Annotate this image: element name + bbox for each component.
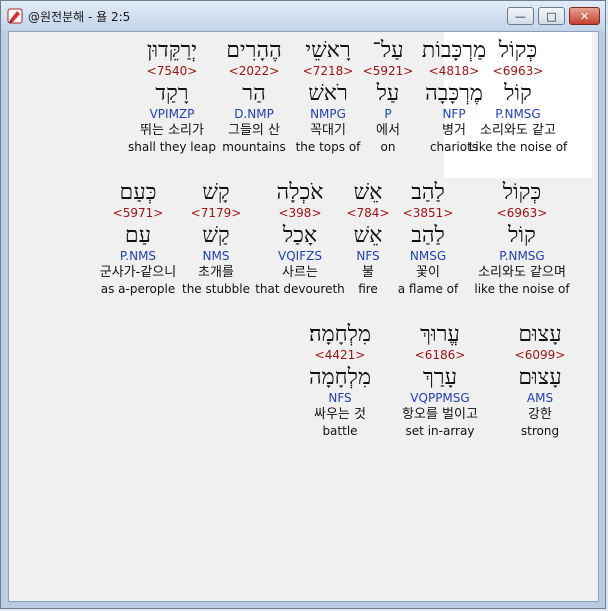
word-block[interactable]: כְּעַם <5971> עַם P.NMS 군사가-같으니 as a-perople: [89, 174, 187, 297]
strongs-number-link[interactable]: <4421>: [291, 348, 389, 363]
morphology-code[interactable]: P.NMSG: [473, 249, 571, 264]
word-block[interactable]: כְּקוֹל <6963> קוֹל P.NMSG 소리와도 같으며 like the …: [473, 174, 571, 297]
hebrew-word: יְרַקֵּדוּן: [146, 38, 198, 63]
hebrew-lemma: מִלְחָמָה: [308, 365, 372, 390]
korean-gloss: 항오를 벌이고: [402, 407, 478, 422]
morphology-code[interactable]: VQPPMSG: [391, 391, 489, 406]
maximize-button[interactable]: □: [538, 7, 565, 25]
korean-gloss: 사르는: [282, 265, 318, 280]
hebrew-lemma: עַם: [124, 223, 152, 248]
hebrew-word: כְּקוֹל: [502, 180, 542, 205]
interlinear-view[interactable]: כְּקוֹל <6963> קוֹל P.NMSG 소리와도 같고 Like the n…: [9, 32, 598, 601]
korean-gloss: 강한: [528, 407, 552, 422]
korean-gloss: 소리와도 같으며: [478, 265, 566, 280]
strongs-number-link[interactable]: <6099>: [491, 348, 589, 363]
strongs-number-link[interactable]: <5971>: [89, 206, 187, 221]
english-gloss: like the noise of: [474, 282, 570, 296]
morphology-code[interactable]: AMS: [491, 391, 589, 406]
strongs-number-link[interactable]: <6186>: [391, 348, 489, 363]
hebrew-lemma: אָכַל: [282, 223, 318, 248]
morphology-code[interactable]: NFS: [291, 391, 389, 406]
strongs-number-link[interactable]: <6963>: [473, 206, 571, 221]
korean-gloss: 싸우는 것: [314, 407, 366, 422]
korean-gloss: 군사가-같으니: [99, 265, 177, 280]
hebrew-word: מִלְחָמָה׃: [308, 322, 372, 347]
english-gloss: as a-perople: [100, 282, 176, 296]
hebrew-lemma: קוֹל: [508, 223, 536, 248]
strongs-number-link[interactable]: <398>: [251, 206, 349, 221]
window-title: @원전분해 - 욜 2:5: [28, 10, 131, 24]
hebrew-lemma: עָצוּם: [518, 365, 562, 390]
english-gloss: shall they leap: [128, 140, 216, 154]
close-button[interactable]: ✕: [569, 7, 600, 25]
client-area: כְּקוֹל <6963> קוֹל P.NMSG 소리와도 같고 Like the n…: [8, 31, 599, 602]
strongs-number-link[interactable]: <7540>: [123, 64, 221, 79]
morphology-code[interactable]: P.NMS: [89, 249, 187, 264]
maximize-icon: □: [546, 9, 557, 23]
hebrew-word: עֱרוּךְ: [420, 322, 460, 347]
close-icon: ✕: [579, 9, 590, 23]
minimize-button[interactable]: —: [507, 7, 534, 25]
app-icon[interactable]: [7, 8, 23, 24]
morphology-code[interactable]: VPIMZP: [123, 107, 221, 122]
hebrew-word: עָצוּם: [518, 322, 562, 347]
title-bar[interactable]: @원전분해 - 욜 2:5 — □ ✕: [1, 1, 605, 31]
word-block[interactable]: מִלְחָמָה׃ <4421> מִלְחָמָה NFS 싸우는 것 battle: [291, 316, 389, 439]
english-gloss: set in-array: [405, 424, 475, 438]
hebrew-lemma: עָרַךְ: [422, 365, 458, 390]
hebrew-word: אֹכְלָה: [276, 180, 324, 205]
english-gloss: battle: [322, 424, 358, 438]
morphology-code[interactable]: VQIFZS: [251, 249, 349, 264]
word-block[interactable]: יְרַקֵּדוּן <7540> רָקַד VPIMZP 뛰는 소리가 shall …: [123, 32, 221, 155]
word-block[interactable]: עֱרוּךְ <6186> עָרַךְ VQPPMSG 항오를 벌이고 set in-…: [391, 316, 489, 439]
english-gloss: that devoureth: [255, 282, 345, 296]
minimize-icon: —: [515, 9, 526, 23]
word-block[interactable]: אֹכְלָה <398> אָכַל VQIFZS 사르는 that devoureth: [251, 174, 349, 297]
korean-gloss: 뛰는 소리가: [140, 123, 204, 138]
hebrew-word: כְּעַם: [119, 180, 157, 205]
english-gloss: strong: [520, 424, 560, 438]
word-block[interactable]: עָצוּם <6099> עָצוּם AMS 강한 strong: [491, 316, 589, 439]
app-window: @원전분해 - 욜 2:5 — □ ✕ כְּקוֹל <6963> קוֹל P.N…: [0, 0, 606, 609]
hebrew-lemma: רָקַד: [155, 81, 189, 106]
